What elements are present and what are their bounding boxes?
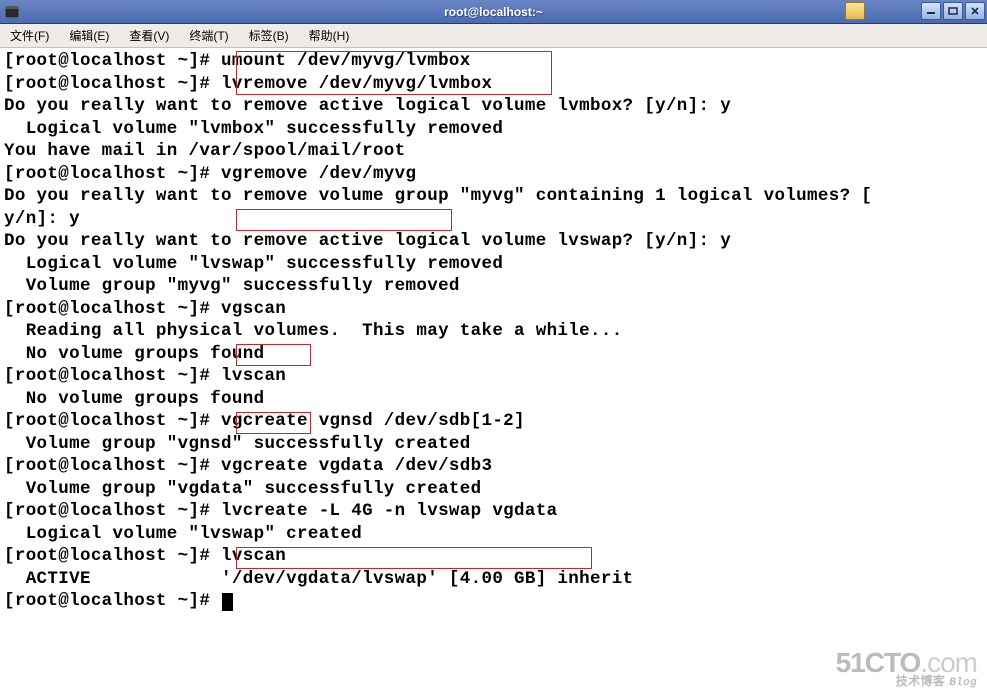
terminal-cursor (222, 593, 233, 611)
watermark-domain: .com (920, 647, 977, 678)
window-title: root@localhost:~ (444, 5, 543, 19)
menu-view[interactable]: 查看(V) (125, 25, 173, 46)
terminal-output: [root@localhost ~]# umount /dev/myvg/lvm… (4, 50, 983, 613)
terminal-area[interactable]: [root@localhost ~]# umount /dev/myvg/lvm… (0, 48, 987, 700)
document-icon (845, 2, 865, 20)
menu-terminal[interactable]: 终端(T) (185, 25, 232, 46)
menu-help[interactable]: 帮助(H) (305, 25, 354, 46)
menu-file[interactable]: 文件(F) (6, 25, 53, 46)
application-window: root@localhost:~ 文件(F) 编辑(E) 查看(V) 终端(T)… (0, 0, 987, 700)
watermark-blog: Blog (949, 677, 977, 689)
titlebar[interactable]: root@localhost:~ (0, 0, 987, 24)
terminal-icon (4, 4, 20, 20)
menubar: 文件(F) 编辑(E) 查看(V) 终端(T) 标签(B) 帮助(H) (0, 24, 987, 48)
watermark: 51CTO.com 技术博客Blog (836, 652, 977, 694)
maximize-button[interactable] (943, 2, 963, 20)
window-controls (921, 2, 985, 20)
menu-tabs[interactable]: 标签(B) (245, 25, 293, 46)
minimize-button[interactable] (921, 2, 941, 20)
watermark-subtitle: 技术博客 (896, 675, 945, 689)
watermark-brand: 51CTO (836, 647, 921, 678)
close-button[interactable] (965, 2, 985, 20)
menu-edit[interactable]: 编辑(E) (65, 25, 113, 46)
